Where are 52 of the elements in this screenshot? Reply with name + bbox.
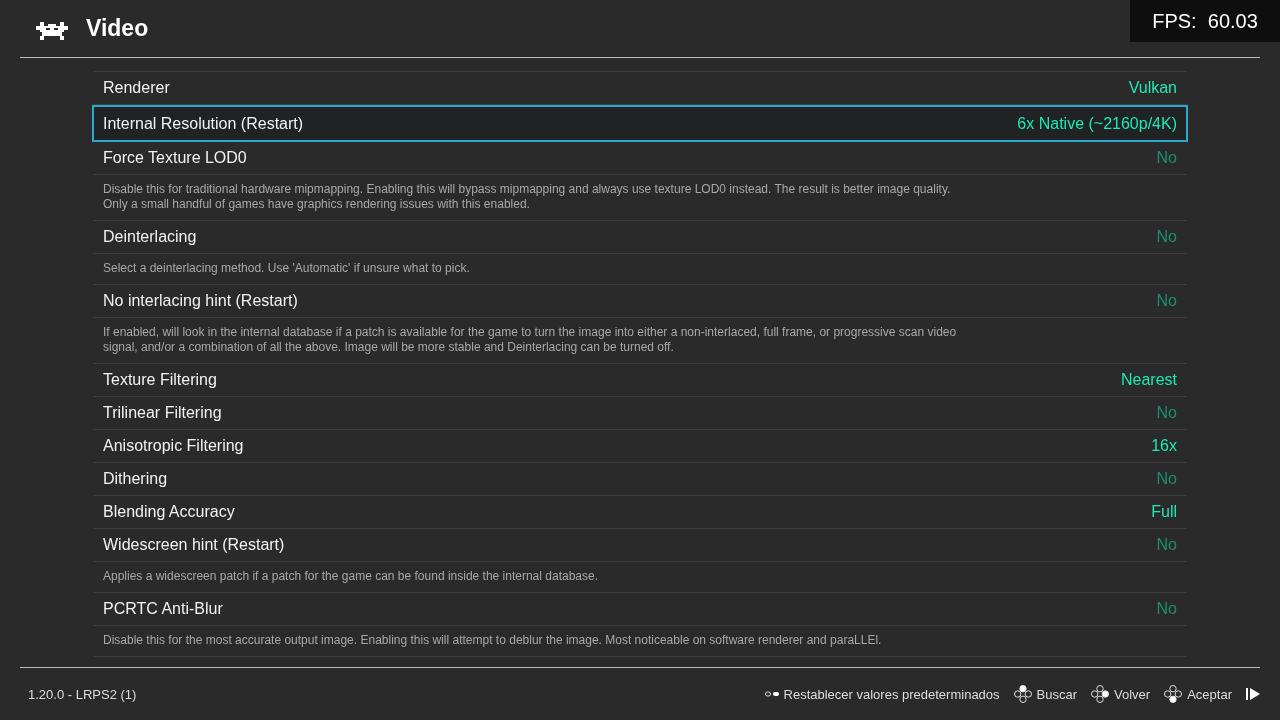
setting-description: Applies a widescreen patch if a patch for the game can be found inside the internal database. — [93, 562, 1187, 593]
setting-label: Renderer — [103, 79, 170, 97]
setting-label: Internal Resolution (Restart) — [103, 114, 304, 133]
setting-value: 16x — [1151, 437, 1177, 455]
hint-label[interactable]: Aceptar — [1187, 686, 1232, 702]
setting-row[interactable]: Dithering No — [93, 463, 1187, 496]
setting-description: Disable this for the most accurate output image. Enabling this will attempt to deblur the image. Most noticeable on software renderer and paraLLEl. — [93, 626, 1187, 657]
setting-value: No — [1156, 149, 1177, 167]
setting-row[interactable]: Force Texture LOD0 No — [93, 142, 1187, 175]
setting-row[interactable]: Texture Filtering Nearest — [93, 364, 1187, 397]
setting-description: Disable this for traditional hardware mipmapping. Enabling this will bypass mipmapping and always use texture LOD0 instead. The result is better image quality. Only a small handful of games have graphics rendering issues with this enabled. — [93, 175, 1187, 221]
page-title: Video — [86, 15, 149, 42]
version-label: 1.20.0 - LRPS2 (1) — [28, 686, 137, 702]
face-buttons-icon — [1013, 685, 1032, 703]
setting-description: If enabled, will look in the internal database if a patch is available for the game to turn the image into either a non-interlaced, full frame, or progressive scan video signal, and/or a combination of all the above. Image will be more stable and Deinterlacing can be turned off. — [93, 318, 1187, 364]
setting-row[interactable]: Blending Accuracy Full — [93, 496, 1187, 529]
setting-label: Anisotropic Filtering — [103, 437, 244, 455]
setting-value: 6x Native (~2160p/4K) — [1017, 114, 1177, 133]
fps-counter: FPS: 60.03 — [1130, 0, 1280, 42]
setting-description: Select a deinterlacing method. Use 'Automatic' if unsure what to pick. — [93, 254, 1187, 285]
setting-value: No — [1156, 600, 1177, 618]
setting-value: No — [1156, 292, 1177, 310]
setting-value: Vulkan — [1128, 79, 1177, 97]
hint-label[interactable]: Buscar — [1036, 686, 1078, 702]
setting-row[interactable]: No interlacing hint (Restart) No — [93, 285, 1187, 318]
setting-value: No — [1156, 536, 1177, 554]
setting-value: Nearest — [1120, 371, 1177, 389]
setting-row[interactable]: PCRTC Anti-Blur No — [93, 593, 1187, 626]
setting-label: No interlacing hint (Restart) — [103, 292, 298, 310]
setting-row[interactable]: Trilinear Filtering No — [93, 397, 1187, 430]
setting-label: Trilinear Filtering — [103, 404, 222, 422]
setting-label: Dithering — [103, 470, 168, 488]
setting-value: Full — [1151, 503, 1177, 521]
setting-value: No — [1156, 404, 1177, 422]
setting-label: Force Texture LOD0 — [103, 149, 247, 167]
setting-label: PCRTC Anti-Blur — [103, 600, 223, 618]
start-button-icon[interactable] — [1246, 687, 1260, 701]
setting-label: Widescreen hint (Restart) — [103, 536, 285, 554]
hint-label[interactable]: Volver — [1114, 686, 1151, 702]
setting-label: Deinterlacing — [103, 228, 197, 246]
setting-row[interactable]: Deinterlacing No — [93, 221, 1187, 254]
face-buttons-icon — [1091, 685, 1110, 703]
setting-label: Texture Filtering — [103, 371, 217, 389]
setting-value: No — [1156, 228, 1177, 246]
setting-row[interactable]: Widescreen hint (Restart) No — [93, 529, 1187, 562]
setting-value: No — [1156, 470, 1177, 488]
hint-label[interactable]: Restablecer valores predeterminados — [783, 686, 1000, 702]
face-buttons-icon — [1164, 685, 1183, 703]
select-button-icon — [764, 690, 779, 698]
setting-row[interactable]: Internal Resolution (Restart) 6x Native (~2160p/4K) — [92, 105, 1188, 142]
setting-label: Blending Accuracy — [103, 503, 235, 521]
setting-row[interactable]: Anisotropic Filtering 16x — [93, 430, 1187, 463]
